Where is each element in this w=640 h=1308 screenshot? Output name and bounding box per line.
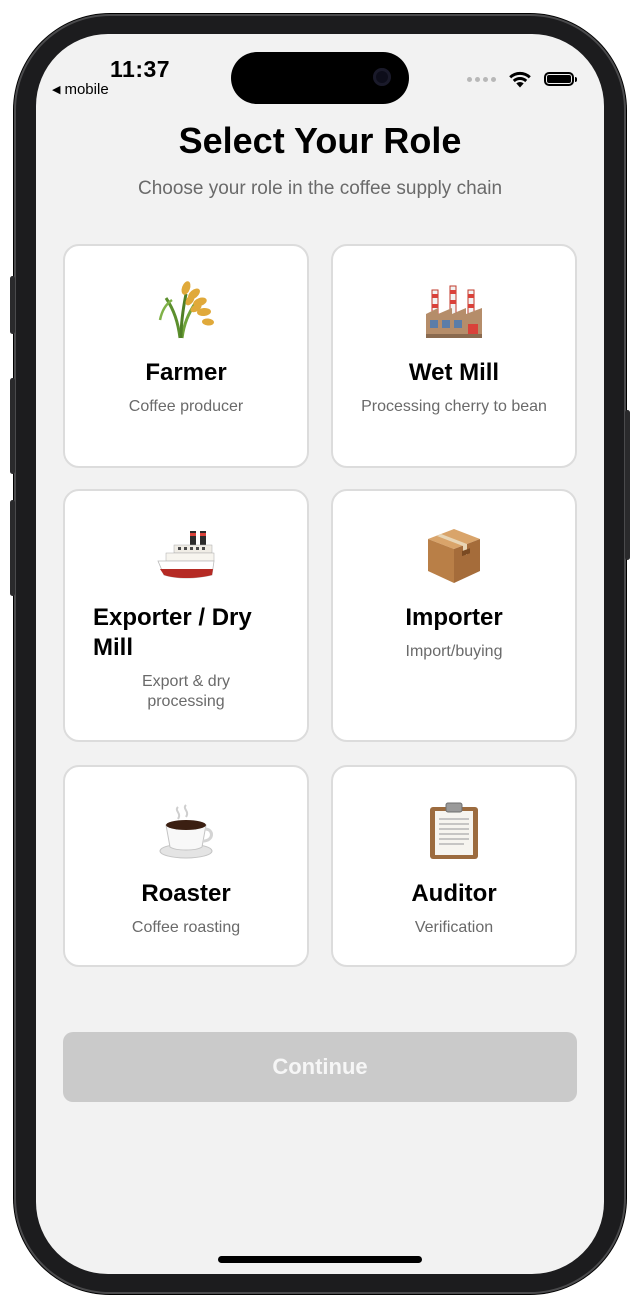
home-indicator[interactable] [218, 1256, 422, 1263]
role-name: Farmer [145, 359, 227, 386]
signal-dots-icon [467, 76, 496, 82]
back-app-label: mobile [64, 81, 109, 98]
role-description: Processing cherry to bean [361, 398, 547, 415]
role-card-exporter-dry-mill[interactable]: Exporter / Dry Mill Export & dry process… [63, 489, 309, 742]
role-card-auditor[interactable]: Auditor Verification [331, 765, 577, 967]
volume-down-button [10, 500, 15, 596]
continue-button[interactable]: Continue [63, 1032, 577, 1102]
rice-sheaf-icon [65, 280, 307, 340]
role-name: Auditor [411, 880, 497, 907]
role-description: Export & dry processing [141, 673, 231, 710]
package-icon [333, 525, 575, 585]
app-screen: 11:37 ◀ mobile Select Your Role Choose y… [36, 34, 604, 1274]
role-name: Exporter / Dry Mill [93, 604, 252, 661]
role-description: Verification [414, 919, 494, 936]
page-title: Select Your Role [178, 120, 462, 161]
action-button [10, 276, 15, 334]
role-description: Coffee roasting [131, 919, 241, 936]
back-to-app-link[interactable]: ◀ mobile [52, 81, 109, 98]
front-camera-icon [373, 68, 391, 86]
role-description: Coffee producer [128, 398, 244, 415]
factory-icon [333, 280, 575, 340]
role-card-farmer[interactable]: Farmer Coffee producer [63, 244, 309, 468]
role-card-roaster[interactable]: Roaster Coffee roasting [63, 765, 309, 967]
role-description: Import/buying [405, 643, 503, 660]
hot-coffee-icon [65, 801, 307, 861]
clipboard-icon [333, 801, 575, 861]
wifi-icon [509, 71, 531, 88]
power-button [625, 410, 630, 560]
role-card-importer[interactable]: Importer Import/buying [331, 489, 577, 742]
status-indicators [467, 70, 577, 88]
role-name: Wet Mill [408, 359, 500, 386]
volume-up-button [10, 378, 15, 474]
back-arrow-icon: ◀ [52, 84, 61, 96]
role-card-wet-mill[interactable]: Wet Mill Processing cherry to bean [331, 244, 577, 468]
role-name: Roaster [141, 880, 231, 907]
page-subtitle: Choose your role in the coffee supply ch… [137, 178, 503, 199]
role-name: Importer [405, 604, 503, 631]
status-time: 11:37 [110, 56, 171, 82]
ship-icon [65, 525, 307, 585]
dynamic-island [231, 52, 409, 104]
battery-icon [544, 72, 577, 86]
